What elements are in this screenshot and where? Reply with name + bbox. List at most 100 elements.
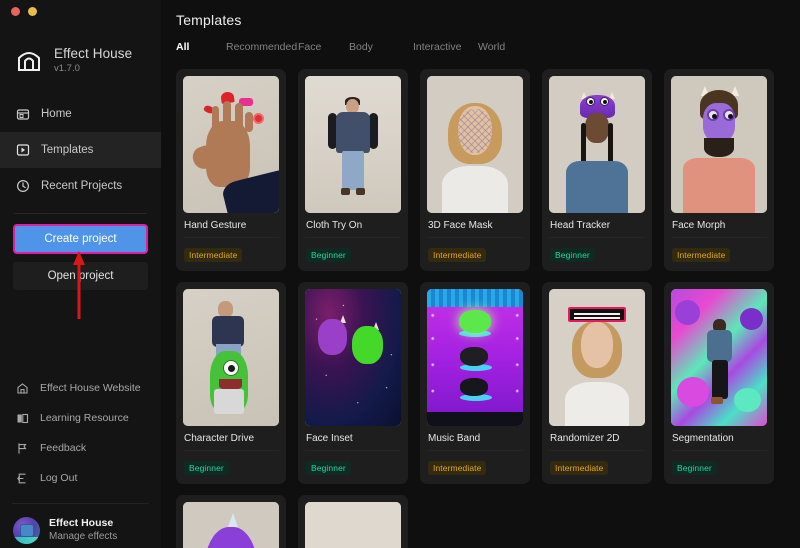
- template-badge-row: Beginner: [549, 237, 645, 271]
- category-tabs: All Recommended Face Body Interactive Wo…: [161, 28, 800, 53]
- sidebar-item-effect-house-website[interactable]: Effect House Website: [0, 373, 161, 403]
- status-badge: Beginner: [306, 461, 351, 475]
- effect-house-window: Effect House v1.7.0 Home Templates Recen…: [0, 0, 800, 548]
- logout-icon: [16, 472, 29, 485]
- templates-icon: [16, 143, 30, 157]
- template-title: Music Band: [428, 433, 481, 444]
- sidebar-item-home[interactable]: Home: [0, 96, 161, 132]
- brand: Effect House v1.7.0: [0, 22, 161, 84]
- template-thumbnail: [305, 76, 401, 213]
- template-badge-row: Beginner: [305, 450, 401, 484]
- template-thumbnail: [427, 76, 523, 213]
- template-card[interactable]: Character Drive Beginner: [176, 282, 286, 484]
- template-badge-row: Intermediate: [427, 450, 523, 484]
- sidebar-item-recent-projects[interactable]: Recent Projects: [0, 168, 161, 204]
- sidebar-item-label: Recent Projects: [41, 180, 123, 192]
- account-subtitle: Manage effects: [49, 531, 118, 542]
- tab-world[interactable]: World: [478, 41, 505, 53]
- template-thumbnail: [183, 76, 279, 213]
- flag-icon: [16, 442, 29, 455]
- template-badge-row: Intermediate: [549, 450, 645, 484]
- avatar: [13, 516, 40, 544]
- status-badge: Intermediate: [550, 461, 609, 475]
- tab-recommended[interactable]: Recommended: [226, 41, 298, 53]
- sidebar-item-templates[interactable]: Templates: [0, 132, 161, 168]
- template-badge-row: Beginner: [305, 237, 401, 271]
- template-card[interactable]: Randomizer 2D Intermediate: [542, 282, 652, 484]
- template-title: Cloth Try On: [306, 220, 363, 231]
- template-card[interactable]: Head Tracker Beginner: [542, 69, 652, 271]
- sidebar-item-log-out[interactable]: Log Out: [0, 463, 161, 493]
- template-card[interactable]: [298, 495, 408, 548]
- sidebar-item-label: Log Out: [40, 472, 78, 484]
- account-row[interactable]: Effect House Manage effects: [0, 504, 161, 548]
- template-card[interactable]: Segmentation Beginner: [664, 282, 774, 484]
- status-badge: Intermediate: [184, 248, 243, 262]
- template-card[interactable]: Face Morph Intermediate: [664, 69, 774, 271]
- template-card[interactable]: Cloth Try On Beginner: [298, 69, 408, 271]
- template-title: Segmentation: [672, 433, 734, 444]
- template-thumbnail: [183, 289, 279, 426]
- book-icon: [16, 412, 29, 425]
- template-thumbnail: [305, 502, 401, 548]
- brand-version: v1.7.0: [54, 62, 80, 74]
- sidebar-item-learning-resource[interactable]: Learning Resource: [0, 403, 161, 433]
- sidebar-item-feedback[interactable]: Feedback: [0, 433, 161, 463]
- template-thumbnail: [549, 76, 645, 213]
- template-title: Face Morph: [672, 220, 726, 231]
- template-title: Face Inset: [306, 433, 353, 444]
- template-thumbnail: [549, 289, 645, 426]
- template-card[interactable]: Hand Gesture Intermediate: [176, 69, 286, 271]
- status-badge: Intermediate: [428, 461, 487, 475]
- template-card[interactable]: Face Inset Beginner: [298, 282, 408, 484]
- template-thumbnail: [183, 502, 279, 548]
- tab-all[interactable]: All: [176, 41, 226, 53]
- template-thumbnail: [427, 289, 523, 426]
- template-card[interactable]: 3D Face Mask Intermediate: [420, 69, 530, 271]
- effect-house-logo-icon: [14, 45, 44, 75]
- template-card[interactable]: Music Band Intermediate: [420, 282, 530, 484]
- template-title: Randomizer 2D: [550, 433, 620, 444]
- close-window-button[interactable]: [11, 6, 20, 16]
- account-name: Effect House: [49, 517, 114, 529]
- template-card[interactable]: [176, 495, 286, 548]
- tab-body[interactable]: Body: [349, 41, 413, 53]
- sidebar-item-label: Templates: [41, 144, 94, 156]
- template-badge-row: Intermediate: [183, 237, 279, 271]
- home-icon: [16, 107, 30, 121]
- template-thumbnail: [671, 289, 767, 426]
- project-buttons: Create project Open project: [0, 214, 161, 290]
- template-title: Head Tracker: [550, 220, 611, 231]
- sidebar: Effect House v1.7.0 Home Templates Recen…: [0, 0, 161, 548]
- templates-grid: Hand Gesture Intermediate Cloth Try On B…: [161, 53, 800, 548]
- clock-icon: [16, 179, 30, 193]
- create-project-button[interactable]: Create project: [13, 224, 148, 254]
- sidebar-nav: Home Templates Recent Projects: [0, 96, 161, 204]
- tab-interactive[interactable]: Interactive: [413, 41, 478, 53]
- template-thumbnail: [671, 76, 767, 213]
- template-title: Character Drive: [184, 433, 255, 444]
- template-badge-row: Intermediate: [427, 237, 523, 271]
- tab-face[interactable]: Face: [298, 41, 349, 53]
- status-badge: Intermediate: [672, 248, 731, 262]
- minimize-window-button[interactable]: [28, 6, 37, 16]
- template-badge-row: Intermediate: [671, 237, 767, 271]
- status-badge: Beginner: [184, 461, 229, 475]
- brand-name: Effect House: [54, 45, 133, 61]
- status-badge: Beginner: [550, 248, 595, 262]
- template-badge-row: Beginner: [183, 450, 279, 484]
- status-badge: Beginner: [306, 248, 351, 262]
- sidebar-item-label: Learning Resource: [40, 412, 129, 424]
- sidebar-item-label: Feedback: [40, 442, 87, 454]
- page-title: Templates: [176, 12, 242, 28]
- template-title: 3D Face Mask: [428, 220, 493, 231]
- open-project-button[interactable]: Open project: [13, 262, 148, 290]
- website-icon: [16, 382, 29, 395]
- main-content: Templates All Recommended Face Body Inte…: [161, 0, 800, 548]
- template-badge-row: Beginner: [671, 450, 767, 484]
- template-title: Hand Gesture: [184, 220, 247, 231]
- sidebar-item-label: Home: [41, 108, 72, 120]
- status-badge: Intermediate: [428, 248, 487, 262]
- sidebar-item-label: Effect House Website: [40, 382, 141, 394]
- template-thumbnail: [305, 289, 401, 426]
